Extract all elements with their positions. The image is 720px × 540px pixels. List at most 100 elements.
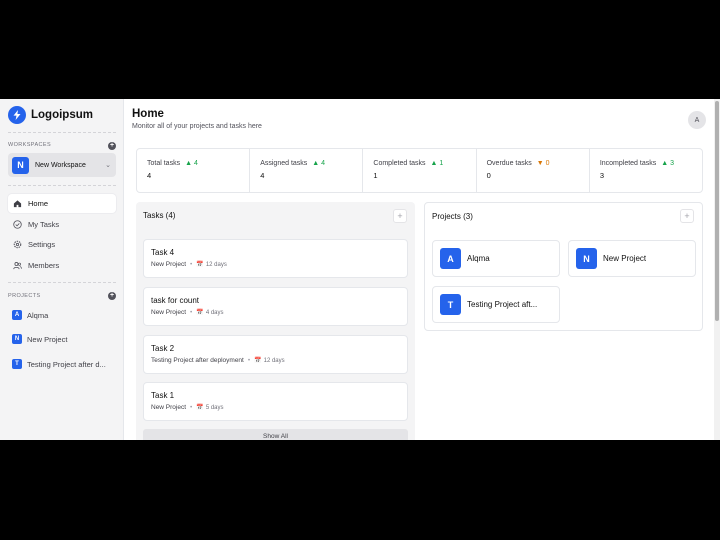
project-name: Testing Project aft...: [467, 300, 538, 309]
tasks-panel-title: Tasks (4): [143, 211, 176, 220]
stat-value: 4: [260, 171, 265, 180]
calendar-icon: 📅: [196, 310, 204, 316]
stats-row: Total tasks ▲ 4 4 Assigned tasks ▲ 4 4 Com…: [136, 148, 703, 193]
project-card[interactable]: T Testing Project aft...: [432, 286, 560, 323]
stat-trend-value: 3: [670, 160, 675, 167]
scrollbar-thumb[interactable]: [715, 101, 719, 321]
task-due: 5 days: [205, 404, 224, 411]
project-avatar: N: [576, 248, 597, 269]
stat-total-tasks: Total tasks ▲ 4 4: [137, 149, 251, 192]
task-project: New Project: [151, 404, 187, 411]
add-task-button[interactable]: +: [393, 209, 407, 223]
task-card[interactable]: task for count New Project • 📅 4 days: [143, 287, 408, 326]
stat-overdue-tasks: Overdue tasks ▼ 0 0: [477, 149, 590, 192]
user-avatar[interactable]: A: [688, 111, 706, 129]
trend-up-icon: ▲ 1: [430, 160, 444, 167]
stat-label: Completed tasks: [373, 160, 426, 167]
task-card[interactable]: Task 2 Testing Project after deployment •…: [143, 335, 408, 374]
project-name: Alqma: [467, 254, 490, 263]
tasks-panel: Tasks (4) + Task 4 New Project • 📅 12 days …: [136, 202, 415, 440]
chevron-down-icon: ⌄: [105, 162, 111, 169]
project-card[interactable]: A Alqma: [432, 240, 560, 277]
project-card[interactable]: N New Project: [568, 240, 696, 277]
stat-trend-value: 1: [439, 160, 444, 167]
trend-up-icon: ▲ 3: [661, 160, 675, 167]
home-icon: [13, 199, 22, 208]
task-due: 12 days: [263, 357, 285, 364]
projects-panel-title: Projects (3): [432, 212, 473, 221]
nav-item-settings[interactable]: Settings: [8, 235, 116, 254]
sidebar-divider: [8, 282, 116, 283]
sidebar-divider: [8, 132, 116, 133]
sidebar-item-project[interactable]: N New Project: [8, 330, 116, 348]
brand-logo[interactable]: Logoipsum: [8, 106, 93, 124]
add-project-button[interactable]: +: [680, 209, 694, 223]
stat-value: 4: [147, 171, 152, 180]
trend-up-icon: ▲ 4: [185, 160, 198, 167]
users-icon: [13, 261, 22, 270]
calendar-icon: 📅: [196, 405, 204, 411]
show-all-button[interactable]: Show All: [143, 429, 408, 440]
project-label: Alqma: [27, 310, 49, 320]
stat-value: 3: [599, 171, 604, 180]
task-project: Testing Project after deployment: [151, 357, 244, 364]
stat-label: Incompleted tasks: [599, 160, 657, 167]
project-avatar: N: [12, 334, 22, 344]
task-project: New Project: [151, 261, 187, 268]
nav-item-label: Members: [28, 261, 60, 270]
workspace-switcher[interactable]: N New Workspace ⌄: [8, 153, 116, 177]
page-title: Home: [132, 108, 164, 120]
stat-value: 0: [486, 171, 491, 180]
task-title: task for count: [151, 296, 200, 305]
stat-label: Total tasks: [147, 160, 181, 167]
task-title: Task 4: [151, 248, 175, 257]
project-avatar: T: [440, 294, 461, 315]
nav-item-label: Settings: [28, 240, 56, 249]
workspace-name: New Workspace: [35, 161, 86, 169]
add-project-button[interactable]: +: [108, 292, 116, 300]
bolt-icon: [8, 106, 26, 124]
calendar-icon: 📅: [254, 358, 262, 364]
stat-trend-value: 4: [321, 160, 326, 167]
stat-incompleted-tasks: Incompleted tasks ▲ 3 3: [590, 149, 702, 192]
sidebar-divider: [8, 185, 116, 186]
task-due: 4 days: [205, 309, 224, 316]
brand-name: Logoipsum: [31, 109, 93, 121]
workspaces-label: WORKSPACES: [8, 142, 52, 148]
projects-label: PROJECTS: [8, 293, 41, 299]
task-card[interactable]: Task 4 New Project • 📅 12 days: [143, 239, 408, 278]
stat-trend-value: 0: [545, 160, 550, 167]
project-label: New Project: [27, 334, 68, 344]
sidebar: Logoipsum WORKSPACES + N New Workspace ⌄…: [0, 99, 124, 440]
workspace-avatar: N: [12, 156, 29, 174]
nav-item-home[interactable]: Home: [8, 194, 116, 213]
app-window: Logoipsum WORKSPACES + N New Workspace ⌄…: [0, 99, 720, 440]
project-name: New Project: [603, 254, 647, 263]
task-due: 12 days: [205, 261, 227, 268]
task-title: Task 2: [151, 344, 175, 353]
stat-trend-value: 4: [193, 160, 198, 167]
main-content: Home Monitor all of your projects and ta…: [124, 99, 714, 440]
task-project: New Project: [151, 309, 187, 316]
project-avatar: T: [12, 359, 22, 369]
task-title: Task 1: [151, 391, 175, 400]
trend-down-icon: ▼ 0: [536, 160, 550, 167]
stat-assigned-tasks: Assigned tasks ▲ 4 4: [250, 149, 364, 192]
task-card[interactable]: Task 1 New Project • 📅 5 days: [143, 382, 408, 421]
nav-item-my-tasks[interactable]: My Tasks: [8, 215, 116, 234]
projects-panel: Projects (3) + A Alqma N New Project T T…: [424, 202, 703, 331]
nav-item-members[interactable]: Members: [8, 256, 116, 275]
sidebar-item-project[interactable]: A Alqma: [8, 306, 116, 324]
sidebar-item-project[interactable]: T Testing Project after d...: [8, 355, 116, 373]
stat-value: 1: [373, 171, 378, 180]
gear-icon: [13, 240, 22, 249]
stat-label: Assigned tasks: [260, 160, 308, 167]
stat-completed-tasks: Completed tasks ▲ 1 1: [363, 149, 477, 192]
project-label: Testing Project after d...: [27, 359, 106, 369]
check-circle-icon: [13, 220, 22, 229]
project-avatar: A: [12, 310, 22, 320]
vertical-scrollbar[interactable]: [714, 99, 720, 440]
stat-label: Overdue tasks: [486, 160, 532, 167]
trend-up-icon: ▲ 4: [312, 160, 326, 167]
add-workspace-button[interactable]: +: [108, 142, 116, 150]
